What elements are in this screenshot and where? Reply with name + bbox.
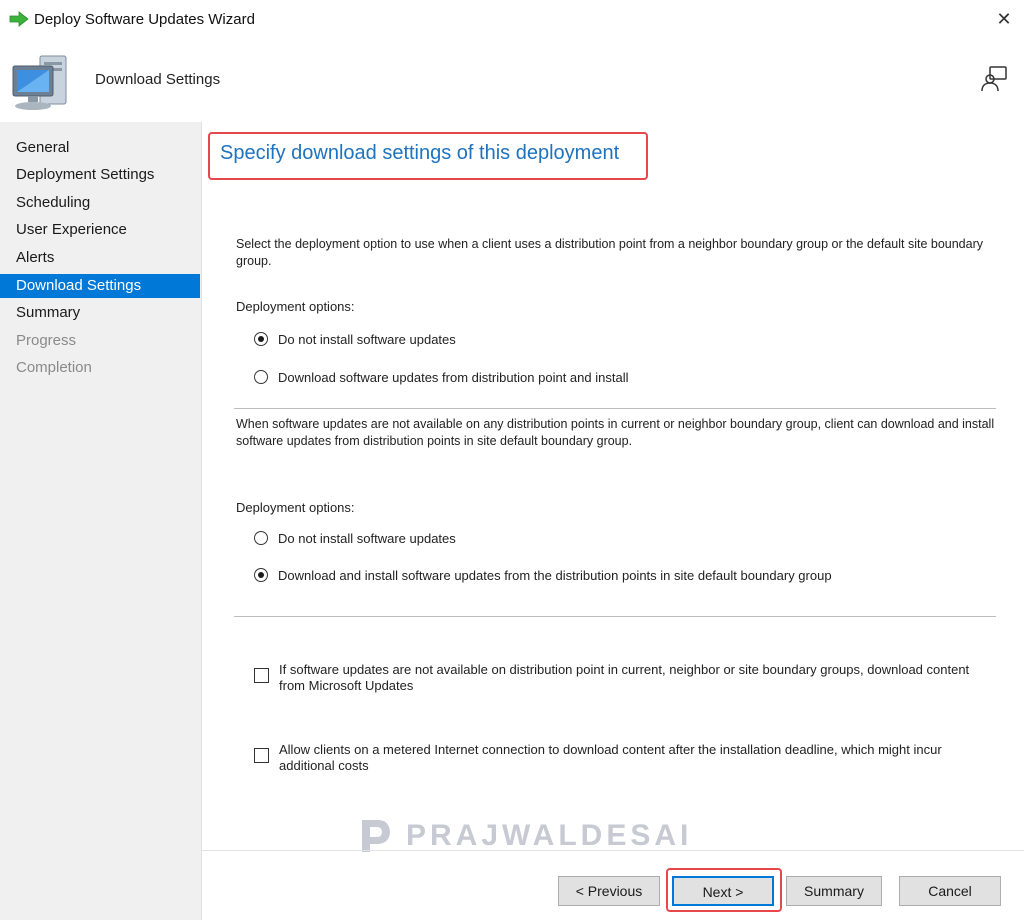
radio-label: Download and install software updates fr… [278,567,832,583]
section1-option-download-install[interactable]: Download software updates from distribut… [254,367,628,387]
sidebar-item-progress: Progress [16,332,77,349]
radio-button[interactable] [254,568,268,582]
section2-option-do-not-install[interactable]: Do not install software updates [254,528,456,548]
window-title: Deploy Software Updates Wizard [34,11,255,28]
checkbox[interactable] [254,748,269,763]
watermark-text: PRAJWALDESAI [406,819,693,852]
checkbox-label: Allow clients on a metered Internet conn… [279,742,942,773]
page-heading: Download Settings [95,71,221,88]
section2-option-download-default-group[interactable]: Download and install software updates fr… [254,565,832,585]
sidebar-item-user-experience[interactable]: User Experience [0,218,200,242]
sidebar-item-alerts[interactable]: Alerts [0,246,200,270]
wizard-content: Specify download settings of this deploy… [202,122,1024,920]
cancel-button[interactable]: Cancel [899,876,1001,906]
sidebar-item-scheduling[interactable]: Scheduling [0,191,200,215]
green-arrow-icon [9,11,29,27]
section1-options-label: Deployment options: [236,299,355,314]
summary-button[interactable]: Summary [786,876,882,906]
checkbox-label: If software updates are not available on… [279,662,970,693]
checkbox-metered-connection[interactable]: Allow clients on a metered Internet conn… [254,742,994,774]
radio-label: Do not install software updates [278,530,456,546]
radio-button[interactable] [254,332,268,346]
sidebar-item-download-settings[interactable]: Download Settings [0,274,200,298]
sidebar-item-deployment-settings[interactable]: Deployment Settings [0,163,200,187]
radio-button[interactable] [254,531,268,545]
feedback-icon[interactable] [980,65,1008,93]
footer-divider [202,850,1024,851]
section-divider [234,408,996,409]
computer-icon [12,55,67,110]
sidebar-item-completion: Completion [16,359,92,376]
next-button[interactable]: Next > [672,876,774,906]
section2-options-label: Deployment options: [236,500,355,515]
radio-label: Do not install software updates [278,331,456,347]
content-heading: Specify download settings of this deploy… [220,142,620,164]
previous-button[interactable]: < Previous [558,876,660,906]
radio-label: Download software updates from distribut… [278,369,629,385]
title-bar: Deploy Software Updates Wizard ✕ [0,0,1024,40]
sidebar-item-summary[interactable]: Summary [0,301,200,325]
section2-description: When software updates are not available … [236,417,995,448]
close-icon[interactable]: ✕ [996,9,1012,29]
sidebar-item-general[interactable]: General [0,136,200,160]
checkbox[interactable] [254,668,269,683]
section1-option-do-not-install[interactable]: Do not install software updates [254,329,456,349]
radio-button[interactable] [254,370,268,384]
section-divider [234,616,996,617]
checkbox-microsoft-updates[interactable]: If software updates are not available on… [254,662,994,694]
wizard-sidebar: General Deployment Settings Scheduling U… [0,122,202,920]
wizard-header: Download Settings [0,40,1024,122]
section1-description: Select the deployment option to use when… [236,237,984,268]
